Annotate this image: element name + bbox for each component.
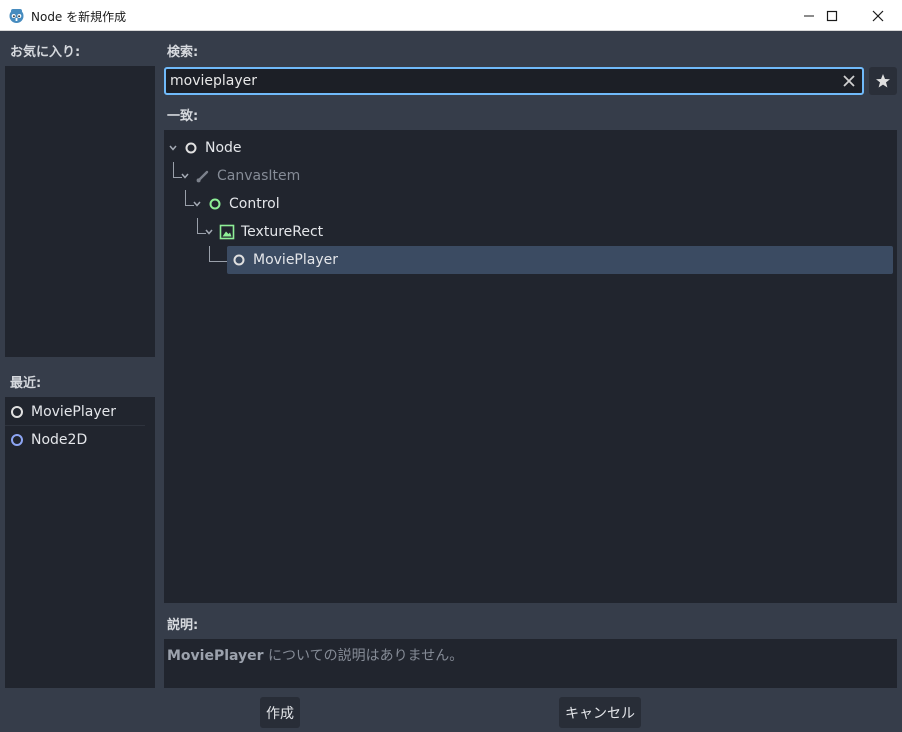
matches-header: 一致: bbox=[167, 109, 199, 124]
description-text: MoviePlayer についての説明はありません。 bbox=[167, 645, 463, 665]
tree-item-canvasitem[interactable]: CanvasItem bbox=[194, 162, 300, 190]
cancel-button[interactable]: キャンセル bbox=[559, 697, 641, 728]
recent-item-node2d[interactable]: Node2D bbox=[5, 426, 155, 454]
recent-item-label: Node2D bbox=[31, 432, 88, 448]
godot-logo-icon bbox=[9, 9, 24, 23]
node-icon bbox=[185, 142, 197, 154]
description-class-name: MoviePlayer bbox=[167, 648, 264, 664]
tree-item-node[interactable]: Node bbox=[182, 134, 242, 162]
brush-icon bbox=[196, 170, 209, 183]
tree-item-label: TextureRect bbox=[241, 224, 324, 240]
tree-item-label: MoviePlayer bbox=[253, 252, 338, 268]
window-title: Node を新規作成 bbox=[31, 10, 127, 24]
node2d-icon bbox=[11, 434, 23, 446]
create-button[interactable]: 作成 bbox=[260, 697, 300, 728]
tree-item-control[interactable]: Control bbox=[206, 190, 280, 218]
texture-rect-icon bbox=[219, 224, 235, 240]
recent-item-label: MoviePlayer bbox=[31, 404, 116, 420]
tree-item-texturerect[interactable]: TextureRect bbox=[218, 218, 323, 246]
tree-item-movieplayer[interactable]: MoviePlayer bbox=[227, 246, 893, 274]
tree-connector bbox=[209, 246, 227, 262]
star-icon bbox=[876, 74, 890, 88]
chevron-down-icon[interactable] bbox=[168, 143, 178, 153]
favorite-toggle-button[interactable] bbox=[869, 67, 897, 95]
tree-item-label: Control bbox=[229, 196, 280, 212]
recent-header: 最近: bbox=[10, 376, 42, 391]
tree-item-label: Node bbox=[205, 140, 242, 156]
maximize-icon bbox=[826, 10, 838, 21]
description-header: 説明: bbox=[167, 618, 199, 633]
search-input[interactable] bbox=[170, 69, 830, 93]
description-body: についての説明はありません。 bbox=[263, 648, 464, 664]
tree-item-label: CanvasItem bbox=[217, 168, 301, 184]
chevron-down-icon[interactable] bbox=[204, 227, 214, 237]
control-icon bbox=[209, 198, 221, 210]
window-titlebar: Node を新規作成 bbox=[0, 0, 902, 31]
recent-item-movieplayer[interactable]: MoviePlayer bbox=[5, 398, 155, 426]
node-icon bbox=[233, 254, 245, 266]
search-field[interactable] bbox=[164, 67, 864, 95]
chevron-down-icon[interactable] bbox=[180, 171, 190, 181]
maximize-button[interactable] bbox=[809, 0, 855, 31]
clear-search-button[interactable] bbox=[840, 72, 858, 90]
favorites-header: お気に入り: bbox=[10, 45, 81, 60]
favorites-list[interactable] bbox=[5, 66, 155, 357]
chevron-down-icon[interactable] bbox=[192, 199, 202, 209]
node-icon bbox=[11, 406, 23, 418]
close-icon bbox=[843, 75, 855, 87]
search-header: 検索: bbox=[167, 45, 199, 60]
close-icon bbox=[872, 10, 884, 21]
close-window-button[interactable] bbox=[855, 0, 901, 31]
